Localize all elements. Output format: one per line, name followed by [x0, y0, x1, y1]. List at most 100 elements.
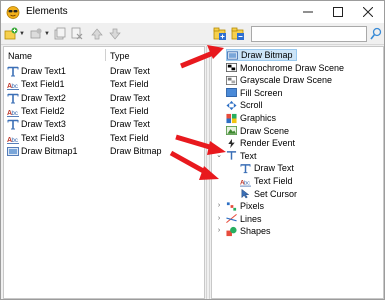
draw-text-icon [7, 66, 19, 77]
tree-item[interactable]: Draw Scene [226, 125, 289, 137]
expand-toggle-icon[interactable]: › [215, 215, 223, 223]
maximize-button[interactable] [323, 1, 353, 23]
expand-toggle-icon[interactable]: › [215, 202, 223, 210]
graphics-icon [226, 113, 237, 123]
text-field-icon: Abc [7, 83, 19, 90]
list-item[interactable]: Abc Text Field2 Text Field [6, 105, 202, 118]
close-icon [363, 7, 373, 17]
add-sub-element-button[interactable]: ▼ [29, 27, 50, 41]
tree-item-label: Lines [240, 213, 262, 224]
element-type: Text Field [110, 79, 149, 90]
tree-item-label: Draw Scene [240, 125, 290, 136]
tree-item-label: Set Cursor [254, 188, 298, 199]
shapes-icon [226, 226, 237, 236]
element-type: Text Field [110, 132, 149, 143]
draw-bitmap-icon [227, 50, 238, 60]
draw-text-icon [7, 119, 19, 130]
pane-splitter[interactable] [206, 46, 210, 299]
tree-item-label: Graphics [240, 113, 277, 123]
search-input[interactable] [251, 26, 367, 42]
tree-item-label: Draw Text [254, 163, 294, 174]
tree-item[interactable]: Grayscale Draw Scene [226, 74, 332, 86]
text-field-icon: Abc [7, 110, 19, 117]
lines-icon [226, 214, 237, 224]
element-name: Text Field1 [21, 79, 65, 90]
maximize-icon [333, 7, 343, 17]
duplicate-icon [54, 27, 66, 40]
svg-text:bc: bc [12, 111, 18, 117]
duplicate-button[interactable] [54, 27, 66, 41]
minimize-icon [303, 11, 313, 13]
element-name: Text Field2 [21, 105, 65, 116]
move-down-button[interactable] [109, 27, 121, 41]
element-name: Draw Text2 [21, 92, 66, 103]
grayscale-scene-icon [226, 75, 237, 85]
tree-item[interactable]: Fill Screen [226, 87, 283, 99]
list-item[interactable]: Draw Bitmap1 Draw Bitmap [6, 145, 202, 158]
tree-item[interactable]: Shapes [226, 225, 271, 237]
tree-item[interactable]: Set Cursor [240, 188, 297, 200]
element-type: Draw Text [110, 66, 150, 76]
move-up-button[interactable] [91, 27, 103, 41]
tree-item-label: Grayscale Draw Scene [240, 75, 333, 86]
collapse-all-button[interactable] [231, 27, 245, 41]
draw-bitmap-icon [7, 146, 19, 156]
tree-item[interactable]: Monochrome Draw Scene [226, 62, 344, 74]
element-list[interactable]: Name Type Draw Text1 Draw Text Abc Text Fie… [3, 46, 205, 299]
element-type: Draw Text [110, 119, 150, 130]
element-name: Draw Text3 [21, 119, 66, 130]
draw-scene-icon [226, 126, 237, 136]
text-field-icon: Abc [240, 179, 251, 186]
column-header-name[interactable]: Name [8, 51, 32, 61]
list-item[interactable]: Draw Text2 Draw Text [6, 92, 202, 105]
tree-item[interactable]: Text [226, 150, 257, 162]
scroll-icon [226, 100, 237, 110]
tree-item[interactable]: Scroll [226, 99, 263, 111]
tree-item[interactable]: Lines [226, 213, 262, 225]
tree-item-label: Fill Screen [240, 87, 283, 98]
element-type: Draw Text [110, 92, 150, 103]
expand-toggle-icon[interactable]: › [215, 227, 223, 235]
list-item[interactable]: Draw Text3 Draw Text [6, 118, 202, 131]
pixels-icon [226, 202, 237, 211]
render-event-icon [228, 138, 235, 148]
close-button[interactable] [353, 1, 383, 23]
delete-icon [71, 27, 83, 40]
tree-item[interactable]: Draw Text [240, 162, 294, 174]
list-item[interactable]: Draw Text1 Draw Text [6, 65, 202, 78]
tree-item[interactable]: Render Event [226, 137, 295, 149]
tree-item-label: Draw Bitmap [241, 50, 293, 60]
app-face-icon [6, 6, 20, 19]
draw-text-icon [240, 163, 251, 173]
tree-item[interactable]: Draw Bitmap [226, 49, 297, 61]
element-tree[interactable]: Draw Bitmap Monochrome Draw Scene Grayscal… [211, 46, 384, 299]
tree-item-label: Shapes [240, 226, 271, 237]
list-item[interactable]: Abc Text Field1 Text Field [6, 78, 202, 91]
column-header-type[interactable]: Type [110, 51, 130, 61]
list-item[interactable]: Abc Text Field3 Text Field [6, 132, 202, 145]
tree-item[interactable]: Pixels [226, 200, 264, 212]
add-element-button[interactable]: ▼ [4, 27, 25, 41]
column-divider[interactable] [105, 49, 106, 61]
title-bar[interactable]: Elements [1, 1, 384, 23]
element-type: Draw Bitmap [110, 145, 162, 156]
fill-screen-icon [226, 88, 237, 98]
tree-item-label: Scroll [240, 100, 263, 111]
arrow-up-icon [91, 28, 103, 40]
text-field-icon: Abc [7, 137, 19, 144]
collapse-all-icon [231, 27, 244, 40]
arrow-down-icon [109, 28, 121, 40]
delete-button[interactable] [71, 27, 83, 41]
svg-text:bc: bc [12, 84, 18, 90]
elements-window: Elements ▼ ▼ Name Type Draw Text1 Draw T… [0, 0, 385, 300]
set-cursor-icon [241, 189, 250, 199]
expand-all-button[interactable] [213, 27, 227, 41]
text-group-icon [226, 151, 237, 160]
tree-item[interactable]: Graphics [226, 112, 276, 124]
tree-item-label: Monochrome Draw Scene [240, 62, 345, 73]
tree-item[interactable]: Abc Text Field [240, 175, 293, 187]
search-icon[interactable] [370, 27, 382, 41]
tree-item-label: Text Field [254, 176, 293, 186]
minimize-button[interactable] [293, 1, 323, 23]
collapse-toggle-icon[interactable]: ⌄ [215, 152, 223, 160]
